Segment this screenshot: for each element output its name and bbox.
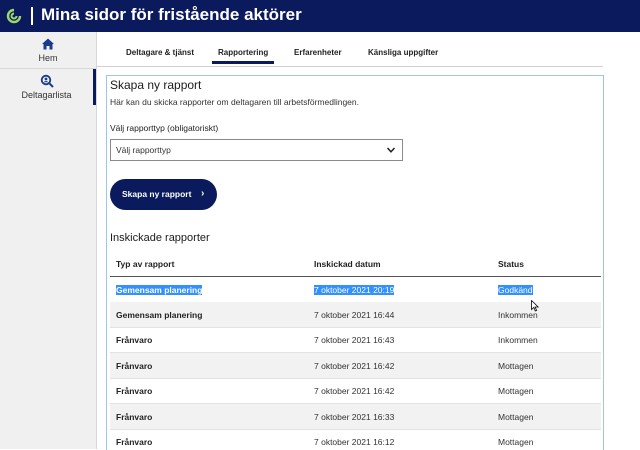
table-header: Typ av rapport Inskickad datum Status: [110, 251, 601, 277]
report-type-cell: Frånvaro: [116, 335, 153, 345]
home-icon: [42, 38, 54, 50]
report-status-cell: Mottagen: [498, 412, 534, 422]
app-title: Mina sidor för fristående aktörer: [41, 5, 302, 24]
tab-erfarenheter[interactable]: Erfarenheter: [294, 48, 342, 57]
report-type-cell: Frånvaro: [116, 361, 153, 371]
create-report-button[interactable]: Skapa ny rapport ›: [110, 179, 217, 210]
chevron-down-icon: [386, 147, 396, 153]
table-row[interactable]: Frånvaro 7 oktober 2021 16:42 Mottagen: [110, 378, 601, 404]
report-date-cell: 7 oktober 2021 16:43: [314, 335, 395, 345]
report-type-label: Välj rapporttyp (obligatoriskt): [110, 123, 219, 133]
chevron-right-icon: ›: [201, 188, 205, 199]
circle-logo-icon[interactable]: [6, 8, 22, 24]
create-report-button-label: Skapa ny rapport: [122, 189, 192, 199]
column-header-status: Status: [498, 259, 524, 269]
table-row[interactable]: Gemensam planering 7 oktober 2021 20:19 …: [110, 277, 601, 303]
report-date-cell: 7 oktober 2021 16:12: [314, 437, 395, 447]
table-row[interactable]: Frånvaro 7 oktober 2021 16:42 Mottagen: [110, 353, 601, 379]
report-status-cell: Mottagen: [498, 437, 534, 447]
tab-rapportering[interactable]: Rapportering: [211, 48, 275, 64]
sidebar: Hem Deltagarlista: [0, 32, 97, 449]
report-type-cell: Frånvaro: [116, 412, 153, 422]
report-date-cell: 7 oktober 2021 16:44: [314, 310, 395, 320]
sidebar-item-deltagarlista[interactable]: Deltagarlista: [0, 69, 96, 105]
title-divider: [31, 7, 33, 25]
report-type-cell: Gemensam planering: [116, 285, 203, 295]
create-report-heading: Skapa ny rapport: [110, 78, 202, 92]
column-header-date: Inskickad datum: [314, 259, 381, 269]
sidebar-item-label: Deltagarlista: [21, 90, 72, 100]
report-status-cell: Godkänd: [498, 285, 533, 295]
sidebar-item-label: Hem: [38, 53, 58, 63]
create-report-description: Här kan du skicka rapporter om deltagare…: [110, 97, 359, 107]
table-row[interactable]: Frånvaro 7 oktober 2021 16:43 Inkommen: [110, 327, 601, 353]
sidebar-item-hem[interactable]: Hem: [0, 32, 96, 68]
report-type-cell: Gemensam planering: [116, 310, 203, 320]
table-row[interactable]: Gemensam planering 7 oktober 2021 16:44 …: [110, 302, 601, 328]
tab-kansliga-uppgifter[interactable]: Känsliga uppgifter: [368, 48, 438, 57]
report-status-cell: Inkommen: [498, 335, 538, 345]
report-type-value: Välj rapporttyp: [116, 145, 171, 155]
submitted-reports-heading: Inskickade rapporter: [110, 232, 210, 244]
top-bar: Mina sidor för fristående aktörer: [0, 0, 640, 32]
report-status-cell: Mottagen: [498, 386, 534, 396]
report-date-cell: 7 oktober 2021 20:19: [314, 285, 395, 295]
report-type-cell: Frånvaro: [116, 437, 153, 447]
report-type-select[interactable]: Välj rapporttyp: [110, 139, 403, 161]
table-row[interactable]: Frånvaro 7 oktober 2021 16:12 Mottagen: [110, 429, 601, 449]
tab-deltagare-tjanst[interactable]: Deltagare & tjänst: [126, 48, 194, 57]
report-date-cell: 7 oktober 2021 16:42: [314, 386, 395, 396]
search-user-icon: [40, 74, 54, 88]
tab-bar: Deltagare & tjänst Rapportering Erfarenh…: [97, 44, 603, 67]
table-row[interactable]: Frånvaro 7 oktober 2021 16:33 Mottagen: [110, 404, 601, 430]
mouse-pointer-icon: [531, 300, 539, 312]
report-type-cell: Frånvaro: [116, 386, 153, 396]
report-status-cell: Mottagen: [498, 361, 534, 371]
column-header-type: Typ av rapport: [116, 259, 175, 269]
report-date-cell: 7 oktober 2021 16:33: [314, 412, 395, 422]
report-date-cell: 7 oktober 2021 16:42: [314, 361, 395, 371]
